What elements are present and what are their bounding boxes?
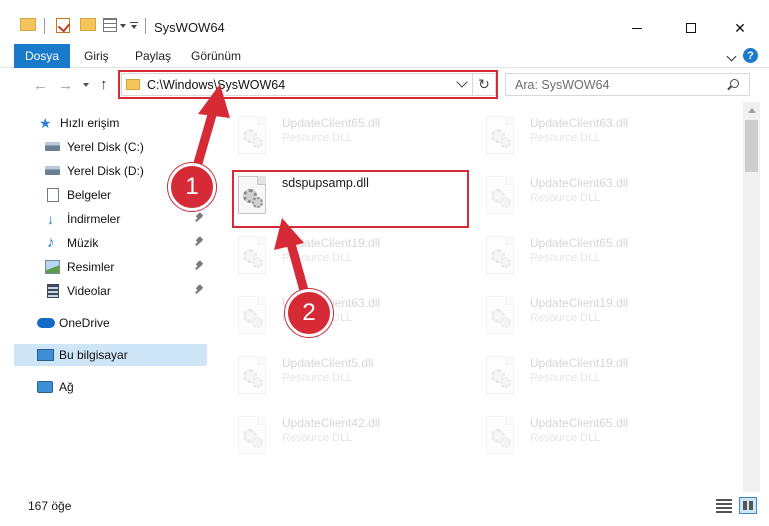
arrow-to-file	[274, 218, 310, 299]
annotation-arrows	[191, 84, 310, 299]
arrow-to-address-bar	[191, 84, 230, 175]
step-marker-1: 1	[168, 163, 216, 211]
step-marker-2: 2	[285, 289, 333, 337]
